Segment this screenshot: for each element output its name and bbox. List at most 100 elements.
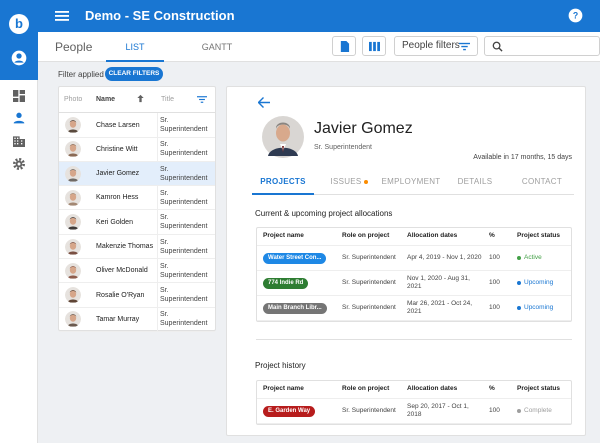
table-header-row: Project name Role on project Allocation da… xyxy=(257,381,571,399)
dates-cell: Mar 26, 2021 - Oct 24, 2021 xyxy=(407,299,473,316)
table-row[interactable]: 774 Indie Rd Sr. Superintendent Nov 1, 202… xyxy=(257,271,571,296)
dashboard-icon[interactable] xyxy=(11,88,27,104)
tab-contact[interactable]: CONTACT xyxy=(512,171,572,195)
avatar-image xyxy=(262,116,304,158)
filter-icon[interactable] xyxy=(197,95,207,104)
percent-cell: 100 xyxy=(489,406,500,414)
people-filters-button[interactable]: People filters xyxy=(394,36,478,56)
table-row[interactable]: Christine Witt Sr. Superintendent xyxy=(59,137,215,162)
status-cell: Upcoming xyxy=(517,296,571,320)
column-header: % xyxy=(489,232,495,240)
status-cell: Active xyxy=(517,246,571,270)
avatar xyxy=(65,311,81,328)
columns-icon xyxy=(369,41,380,52)
table-row[interactable]: Javier Gomez Sr. Superintendent xyxy=(59,161,215,187)
menu-icon[interactable] xyxy=(55,9,69,23)
table-row[interactable]: Main Branch Libr... Sr. Superintendent Mar… xyxy=(257,296,571,321)
role-cell: Sr. Superintendent xyxy=(342,303,396,311)
person-name-cell: Oliver McDonald xyxy=(96,267,148,275)
search-input[interactable] xyxy=(507,39,597,54)
photo-column-header: Photo xyxy=(64,96,83,103)
person-name-cell: Makenzie Thomas xyxy=(96,243,154,250)
tab-details[interactable]: DETAILS xyxy=(450,171,500,195)
project-history-title: Project history xyxy=(255,361,306,370)
app-title: Demo - SE Construction xyxy=(85,8,235,23)
percent-cell: 100 xyxy=(489,253,500,261)
status-cell: Upcoming xyxy=(517,271,571,295)
table-header-row: Project name Role on project Allocation da… xyxy=(257,228,571,246)
table-row[interactable]: Rosalie O'Ryan Sr. Superintendent xyxy=(59,283,215,308)
column-header: Allocation dates xyxy=(407,232,458,240)
columns-view-button[interactable] xyxy=(362,36,386,56)
dates-cell: Nov 1, 2020 - Aug 31, 2021 xyxy=(407,274,470,291)
tab-employment[interactable]: EMPLOYMENT xyxy=(378,171,444,195)
avatar xyxy=(65,189,81,206)
role-cell: Sr. Superintendent xyxy=(342,253,396,261)
document-view-button[interactable] xyxy=(332,36,356,56)
table-row[interactable]: Oliver McDonald Sr. Superintendent xyxy=(59,259,215,284)
person-name: Javier Gomez xyxy=(314,120,413,137)
column-header: Role on project xyxy=(342,232,390,240)
table-row[interactable]: Keri Golden Sr. Superintendent xyxy=(59,210,215,235)
project-chip[interactable]: E. Garden Way xyxy=(263,405,316,417)
top-bar: Demo - SE Construction ? xyxy=(38,0,600,32)
tab-issues[interactable]: ISSUES xyxy=(322,171,376,195)
tab-projects[interactable]: PROJECTS xyxy=(252,171,314,195)
table-row[interactable]: Tamar Murray Sr. Superintendent xyxy=(59,307,215,332)
avatar xyxy=(65,117,81,133)
person-title-cell: Sr. Superintendent xyxy=(160,214,208,231)
notification-dot xyxy=(363,179,368,184)
rail-header: b xyxy=(0,0,38,80)
status-label: Upcoming xyxy=(524,303,554,311)
column-header: Project status xyxy=(517,232,560,240)
person-avatar xyxy=(262,116,304,158)
building-icon[interactable] xyxy=(11,133,27,149)
tab-list[interactable]: LIST xyxy=(106,32,164,62)
title-column-header[interactable]: Title xyxy=(161,96,174,103)
sort-arrow-up-icon[interactable] xyxy=(136,94,145,103)
project-chip[interactable]: Main Branch Libr... xyxy=(263,302,327,314)
left-rail: b xyxy=(0,0,38,443)
column-header: Project status xyxy=(517,385,560,393)
tab-issues-label: ISSUES xyxy=(330,177,362,186)
document-icon xyxy=(340,41,350,52)
tab-gantt[interactable]: GANTT xyxy=(188,32,246,62)
avatar xyxy=(65,214,81,231)
person-title-cell: Sr. Superintendent xyxy=(160,262,208,279)
table-row[interactable]: Water Street Con... Sr. Superintendent Apr… xyxy=(257,246,571,271)
sub-bar: People LIST GANTT People filters xyxy=(38,32,600,62)
people-filters-label: People filters xyxy=(402,40,460,51)
avatar xyxy=(65,262,81,279)
user-icon[interactable] xyxy=(11,50,27,66)
filter-icon xyxy=(459,42,470,51)
table-row[interactable]: Kamron Hess Sr. Superintendent xyxy=(59,186,215,211)
table-row[interactable]: E. Garden Way Sr. Superintendent Sep 20, 2… xyxy=(257,399,571,424)
person-name-cell: Kamron Hess xyxy=(96,194,139,202)
project-chip[interactable]: 774 Indie Rd xyxy=(263,277,309,289)
table-row[interactable]: Makenzie Thomas Sr. Superintendent xyxy=(59,235,215,259)
project-chip[interactable]: Water Street Con... xyxy=(263,252,327,264)
person-icon[interactable] xyxy=(11,110,27,126)
table-row[interactable]: Chase Larsen Sr. Superintendent xyxy=(59,113,215,138)
back-arrow-icon[interactable] xyxy=(258,97,270,108)
status-cell: Complete xyxy=(517,399,571,423)
clear-filters-button[interactable]: CLEAR FILTERS xyxy=(105,67,163,81)
page-title: People xyxy=(55,40,93,54)
gear-icon[interactable] xyxy=(11,156,27,172)
avatar xyxy=(65,238,81,255)
person-title-cell: Sr. Superintendent xyxy=(160,287,208,304)
status-dot xyxy=(517,409,521,413)
person-role: Sr. Superintendent xyxy=(314,144,372,151)
tab-details-label: DETAILS xyxy=(457,177,493,186)
search-box[interactable] xyxy=(484,36,600,56)
role-cell: Sr. Superintendent xyxy=(342,406,396,414)
section-divider xyxy=(256,339,572,340)
avatar xyxy=(65,141,81,158)
status-label: Active xyxy=(524,253,542,261)
column-header: % xyxy=(489,385,495,393)
name-column-header[interactable]: Name xyxy=(96,96,115,103)
help-icon[interactable]: ? xyxy=(568,8,583,23)
current-allocations-table: Project name Role on project Allocation da… xyxy=(256,227,572,322)
app-logo[interactable]: b xyxy=(9,14,29,34)
person-name-cell: Christine Witt xyxy=(96,145,138,153)
